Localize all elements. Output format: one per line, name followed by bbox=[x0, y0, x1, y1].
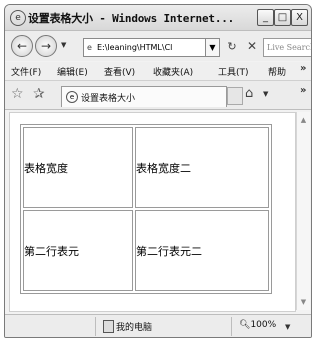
add-favorite-icon[interactable]: ✰ bbox=[33, 86, 45, 102]
toolbar-overflow-chevron-icon[interactable]: » bbox=[300, 85, 306, 96]
tab-current[interactable]: e 设置表格大小 bbox=[61, 86, 227, 107]
table-cell: 第二行表元 bbox=[23, 210, 133, 291]
status-bar: 我的电脑 🔍︎100% ▼ bbox=[5, 314, 311, 337]
zoom-value: 100% bbox=[250, 320, 277, 330]
scroll-down-arrow-icon[interactable]: ▼ bbox=[297, 296, 310, 308]
page-icon: e bbox=[87, 43, 92, 52]
refresh-icon[interactable]: ↻ bbox=[223, 38, 241, 55]
stop-icon[interactable]: ✕ bbox=[243, 38, 261, 55]
security-zone-label: 我的电脑 bbox=[116, 323, 153, 333]
menu-tools[interactable]: 工具(T) bbox=[218, 65, 249, 78]
status-divider bbox=[95, 317, 96, 336]
address-toolbar: ← → ▼ e E:\leaning\HTML\Cl ▼ ↻ ✕ Live Sea… bbox=[5, 31, 311, 61]
table-cell: 表格宽度 bbox=[23, 127, 133, 208]
back-arrow-icon[interactable]: ← bbox=[11, 35, 33, 57]
browser-window: e 设置表格大小 - Windows Internet... _ □ X ← →… bbox=[4, 4, 312, 338]
window-title: 设置表格大小 - Windows Internet... bbox=[28, 12, 235, 25]
tab-label: 设置表格大小 bbox=[81, 94, 136, 104]
new-tab-button[interactable] bbox=[227, 87, 243, 105]
close-button[interactable]: X bbox=[291, 9, 308, 26]
ie-page-icon: e bbox=[10, 10, 26, 26]
zoom-dropdown-icon[interactable]: ▼ bbox=[285, 323, 290, 331]
favorites-tab-bar: ☆ ✰ e 设置表格大小 ⌂ ▼ » bbox=[5, 81, 311, 110]
table-row: 表格宽度 表格宽度二 bbox=[23, 127, 269, 208]
search-input[interactable]: Live Search bbox=[263, 38, 311, 57]
zoom-level[interactable]: 🔍︎100% bbox=[239, 320, 276, 330]
menu-overflow-chevron-icon[interactable]: » bbox=[300, 63, 306, 74]
maximize-button[interactable]: □ bbox=[274, 9, 291, 26]
table-cell: 表格宽度二 bbox=[135, 127, 269, 208]
table-cell: 第二行表元二 bbox=[135, 210, 269, 291]
home-icon[interactable]: ⌂ bbox=[245, 86, 253, 101]
forward-arrow-icon[interactable]: → bbox=[35, 35, 57, 57]
star-icon[interactable]: ☆ bbox=[11, 86, 24, 102]
address-dropdown-button[interactable]: ▼ bbox=[205, 38, 220, 57]
minimize-button[interactable]: _ bbox=[257, 9, 274, 26]
page-content: 表格宽度 表格宽度二 第二行表元 第二行表元二 bbox=[9, 112, 296, 312]
address-url: E:\leaning\HTML\Cl bbox=[97, 43, 173, 52]
home-dropdown-icon[interactable]: ▼ bbox=[263, 90, 268, 98]
menu-file[interactable]: 文件(F) bbox=[11, 65, 41, 78]
address-field[interactable]: e E:\leaning\HTML\Cl bbox=[83, 38, 206, 57]
history-dropdown-icon[interactable]: ▼ bbox=[61, 41, 66, 49]
status-divider bbox=[231, 317, 232, 336]
title-bar: e 设置表格大小 - Windows Internet... _ □ X bbox=[5, 5, 311, 31]
table-row: 第二行表元 第二行表元二 bbox=[23, 210, 269, 291]
menu-help[interactable]: 帮助 bbox=[268, 65, 286, 78]
menu-bar: 文件(F) 编辑(E) 查看(V) 收藏夹(A) 工具(T) 帮助 » bbox=[5, 62, 311, 81]
menu-edit[interactable]: 编辑(E) bbox=[57, 65, 88, 78]
scroll-up-arrow-icon[interactable]: ▲ bbox=[297, 114, 310, 126]
tab-page-icon: e bbox=[66, 91, 78, 103]
menu-favorites[interactable]: 收藏夹(A) bbox=[153, 65, 193, 78]
sized-table: 表格宽度 表格宽度二 第二行表元 第二行表元二 bbox=[20, 124, 272, 294]
computer-icon bbox=[103, 320, 114, 333]
vertical-scrollbar[interactable]: ▲ ▼ bbox=[296, 112, 310, 310]
menu-view[interactable]: 查看(V) bbox=[104, 65, 135, 78]
